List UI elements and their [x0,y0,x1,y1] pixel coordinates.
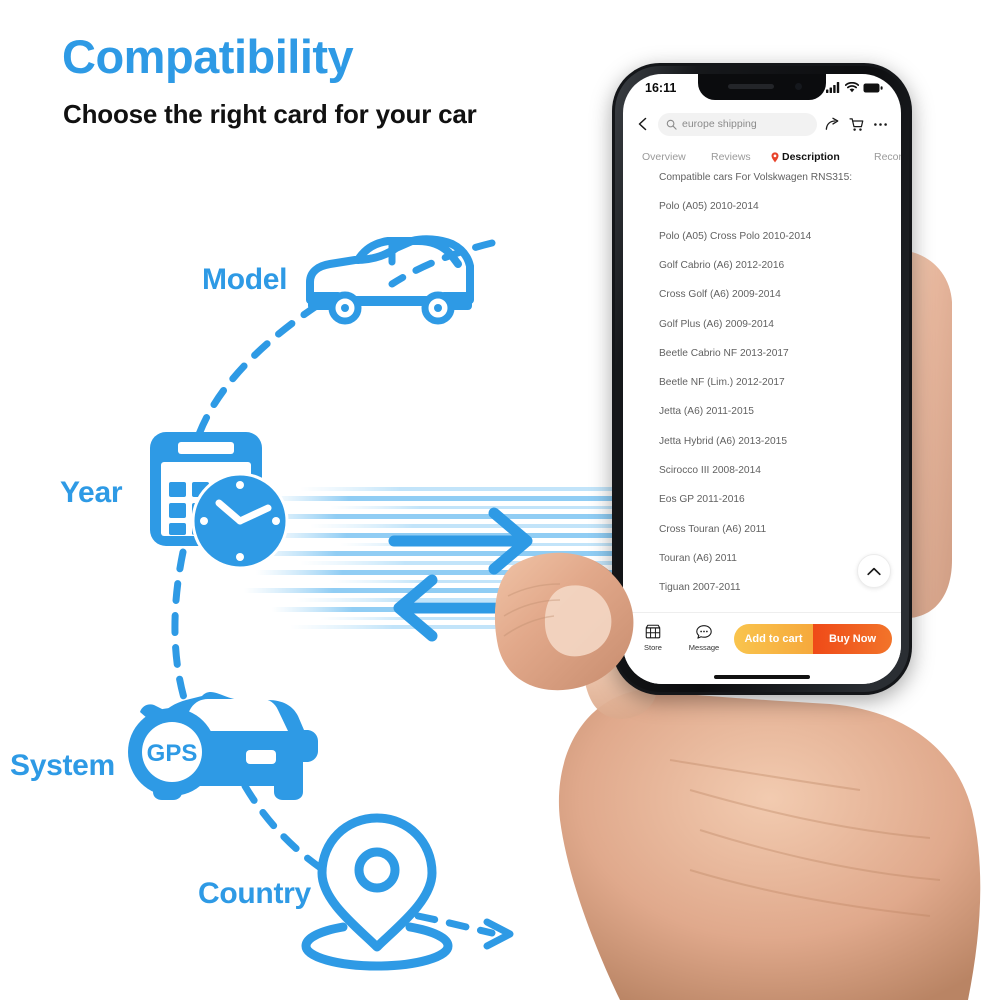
list-item: Tiguan 2007-2011 [659,582,741,594]
list-item: Scirocco III 2008-2014 [659,465,761,476]
list-item: Beetle Cabrio NF 2013-2017 [659,347,789,359]
smartphone: 16:11 europe shipping Overview Reviews D… [612,63,912,695]
share-arrow-icon[interactable] [824,116,841,133]
home-indicator [714,675,810,679]
shopping-cart-icon[interactable] [848,116,865,133]
list-item: Polo (A05) Cross Polo 2010-2014 [659,230,812,242]
store-icon [645,624,661,639]
cta-group: Add to cart Buy Now [734,624,892,654]
list-item: Jetta Hybrid (A6) 2013-2015 [659,435,787,447]
status-indicators [826,82,883,93]
message-button[interactable]: Message [683,623,725,652]
list-item: Golf Cabrio (A6) 2012-2016 [659,259,785,271]
tab-overview[interactable]: Overview [642,151,686,163]
list-item: Polo (A05) 2010-2014 [659,201,759,213]
wifi-icon [845,82,859,93]
tab-description[interactable]: Description [771,151,840,163]
message-bubble-icon [696,625,712,639]
list-item: Golf Plus (A6) 2009-2014 [659,318,774,330]
list-item: Beetle NF (Lim.) 2012-2017 [659,377,785,389]
list-item: Cross Touran (A6) 2011 [659,523,767,535]
description-list: Compatible cars For Volskwagen RNS315: P… [623,172,901,617]
store-label: Store [644,643,662,652]
chevron-up-icon [867,567,881,575]
add-to-cart-button[interactable]: Add to cart [734,624,813,654]
action-bar: Store Message Add to cart Buy Now [623,612,901,684]
phone-screen: 16:11 europe shipping Overview Reviews D… [623,74,901,684]
status-time: 16:11 [645,81,677,95]
search-value: europe shipping [682,118,757,130]
palm [558,690,981,1000]
product-tabs: Overview Reviews Description Recom [623,144,901,170]
front-camera [795,83,802,90]
description-heading: Compatible cars For Volskwagen RNS315: [659,172,853,183]
search-icon [666,119,677,130]
battery-full-icon [863,83,883,92]
message-label: Message [688,643,720,652]
tab-description-label: Description [782,151,840,163]
list-item: Touran (A6) 2011 [659,552,737,564]
earpiece-speaker [728,84,774,89]
search-input[interactable]: europe shipping [658,112,817,136]
store-button[interactable]: Store [632,623,674,652]
buy-now-button[interactable]: Buy Now [813,624,892,654]
tab-reviews[interactable]: Reviews [711,151,751,163]
more-horizontal-icon[interactable] [872,116,889,133]
list-item: Cross Golf (A6) 2009-2014 [659,289,781,301]
app-top-bar: europe shipping [623,104,901,144]
promo-infographic: Compatibility Choose the right card for … [0,0,1000,1000]
cellular-bars-icon [826,82,840,93]
list-item: Jetta (A6) 2011-2015 [659,406,754,418]
tab-recommend[interactable]: Recom [874,151,901,163]
scroll-to-top-button[interactable] [857,554,891,588]
list-item: Eos GP 2011-2016 [659,494,745,506]
chevron-left-icon[interactable] [635,116,651,132]
location-pin-icon [771,151,779,162]
phone-notch [698,74,826,100]
